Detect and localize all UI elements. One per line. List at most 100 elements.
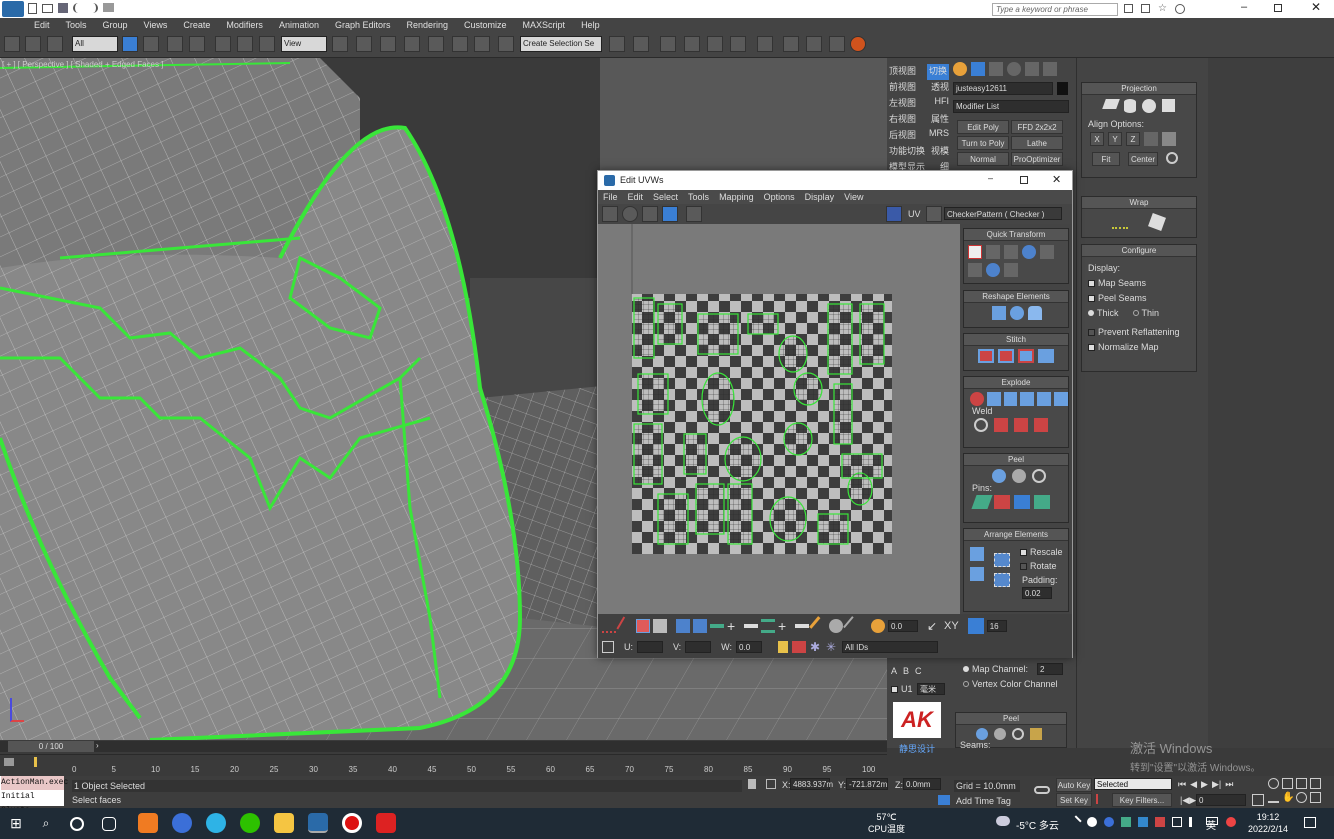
peel-seams-checkbox[interactable]: Peel Seams <box>1088 291 1190 306</box>
search-taskbar-icon[interactable]: ⌕ <box>36 813 56 833</box>
cn-list-item[interactable]: HFI <box>935 96 950 112</box>
stitch-average-icon[interactable] <box>998 349 1014 363</box>
tray-network-icon[interactable] <box>1172 817 1182 827</box>
render-icon[interactable] <box>829 36 845 52</box>
projection-rollout-title[interactable]: Projection <box>1082 83 1196 95</box>
zoom-extents-all-icon[interactable] <box>1310 778 1321 789</box>
align-y-button[interactable]: Y <box>1108 132 1122 146</box>
straighten-icon[interactable] <box>992 306 1006 320</box>
tab-c[interactable]: C <box>915 666 922 676</box>
cn-list-item[interactable]: 切换 <box>926 64 949 80</box>
uvw-rotate-icon[interactable] <box>622 206 638 222</box>
cn-list-item[interactable]: 顶视图 <box>889 64 916 80</box>
key-icon[interactable] <box>1034 786 1050 794</box>
tab-b[interactable]: B <box>903 666 909 676</box>
rotate-ccw-icon[interactable] <box>986 263 1000 277</box>
vertex-mode-icon[interactable] <box>602 619 616 633</box>
previous-frame-icon[interactable]: ◀ <box>1190 779 1197 790</box>
curve-editor-icon[interactable] <box>707 36 723 52</box>
zoom-all-icon[interactable] <box>1282 778 1293 789</box>
pin-select-icon[interactable] <box>1034 495 1050 509</box>
mirror-icon[interactable] <box>609 36 625 52</box>
reset-peel-uvw-icon[interactable] <box>1032 469 1046 483</box>
stitch-title[interactable]: Stitch <box>964 334 1068 346</box>
app-logo-icon[interactable] <box>2 1 24 17</box>
modifier-button-turn-to-poly[interactable]: Turn to Poly <box>957 136 1009 150</box>
set-pivot-icon[interactable] <box>968 245 982 259</box>
help-icon[interactable] <box>1175 4 1185 14</box>
cylindrical-map-icon[interactable] <box>1124 99 1136 113</box>
uvw-menu-file[interactable]: File <box>598 192 623 202</box>
tray-wechat-icon[interactable] <box>1087 817 1097 827</box>
current-frame-field[interactable]: 0 <box>1196 794 1246 806</box>
minimize-button[interactable]: – <box>1236 1 1252 15</box>
explode-flatten-icon[interactable] <box>1020 392 1035 406</box>
break-icon[interactable] <box>970 392 984 406</box>
angle-snap-icon[interactable] <box>428 36 444 52</box>
selection-filter-dropdown[interactable]: All <box>72 36 118 52</box>
xy-label[interactable]: XY <box>944 620 959 632</box>
task-view-icon[interactable] <box>102 817 116 831</box>
redo-icon[interactable] <box>88 3 98 13</box>
wechat-icon[interactable] <box>240 813 260 833</box>
menu-rendering[interactable]: Rendering <box>399 20 457 30</box>
explode-angle-icon[interactable] <box>1037 392 1052 406</box>
toggle-ribbon-icon[interactable] <box>684 36 700 52</box>
named-selection-dropdown[interactable]: Create Selection Se <box>520 36 602 52</box>
tray-app2-icon[interactable] <box>1138 817 1148 827</box>
move-icon[interactable] <box>215 36 231 52</box>
map-seams-checkbox[interactable]: Map Seams <box>1088 276 1190 291</box>
open-file-icon[interactable] <box>42 4 53 13</box>
set-key-button[interactable]: Set Key <box>1056 793 1092 807</box>
maximize-viewport-icon[interactable] <box>1310 792 1321 803</box>
menu-modifiers[interactable]: Modifiers <box>218 20 271 30</box>
ring-shrink-icon[interactable] <box>744 624 758 628</box>
search-input[interactable]: Type a keyword or phrase <box>992 3 1118 16</box>
uvw-mirror-icon[interactable] <box>686 206 702 222</box>
tray-bluetooth-icon[interactable] <box>1104 817 1114 827</box>
unit-dropdown[interactable]: 毫米 <box>917 683 945 695</box>
hierarchy-tab-icon[interactable] <box>989 62 1003 76</box>
uvw-maximize-button[interactable] <box>1020 176 1028 184</box>
cn-list-item[interactable]: 左视图 <box>889 96 916 112</box>
app-red-icon[interactable] <box>376 813 396 833</box>
loop-shrink-icon[interactable]: + <box>778 619 792 633</box>
freeze-icon[interactable]: ✱ <box>810 641 822 653</box>
paint-shrink-icon[interactable] <box>843 616 863 636</box>
time-slider-handle[interactable]: 0 / 100 <box>8 741 94 752</box>
shrink-selection-icon[interactable] <box>693 619 707 633</box>
select-by-name-icon[interactable] <box>143 36 159 52</box>
uvw-options-icon[interactable] <box>926 206 942 222</box>
menu-create[interactable]: Create <box>175 20 218 30</box>
loop-grow-icon[interactable] <box>761 619 775 633</box>
time-tag-icon[interactable] <box>938 795 950 805</box>
rendered-frame-icon[interactable] <box>806 36 822 52</box>
key-filters-button[interactable]: Key Filters... <box>1112 793 1172 807</box>
close-button[interactable]: ✕ <box>1308 0 1324 16</box>
schematic-view-icon[interactable] <box>730 36 746 52</box>
stitch-target-icon[interactable] <box>978 349 994 363</box>
app-orange-icon[interactable] <box>138 813 158 833</box>
app-browser-icon[interactable] <box>206 813 226 833</box>
relax-icon[interactable] <box>1010 306 1024 320</box>
relax-settings-icon[interactable] <box>1028 306 1042 320</box>
menu-animation[interactable]: Animation <box>271 20 327 30</box>
render-setup-icon[interactable] <box>783 36 799 52</box>
rect-selection-icon[interactable] <box>167 36 183 52</box>
next-frame-icon[interactable]: ▶| <box>1212 779 1221 790</box>
normalize-map-checkbox[interactable]: Normalize Map <box>1088 340 1190 355</box>
modifier-button-prooptimizer[interactable]: ProOptimizer <box>1011 152 1063 166</box>
pack-custom-icon[interactable] <box>970 567 984 581</box>
tray-app-icon[interactable] <box>1121 817 1131 827</box>
explode-smoothing-icon[interactable] <box>986 392 1001 406</box>
linear-align-icon[interactable] <box>968 263 982 277</box>
project-folder-icon[interactable] <box>103 3 114 12</box>
menu-maxscript[interactable]: MAXScript <box>515 20 574 30</box>
hide-icon[interactable] <box>792 641 807 653</box>
uvw-close-button[interactable]: ✕ <box>1052 173 1061 186</box>
uvw-menu-edit[interactable]: Edit <box>623 192 649 202</box>
material-editor-icon[interactable] <box>757 36 773 52</box>
pan-icon[interactable]: ↙ <box>927 619 941 633</box>
viewport-label[interactable]: [ + ] [ Perspective ] [ Shaded + Edged F… <box>2 60 163 69</box>
keyframe-marker[interactable] <box>34 757 37 767</box>
